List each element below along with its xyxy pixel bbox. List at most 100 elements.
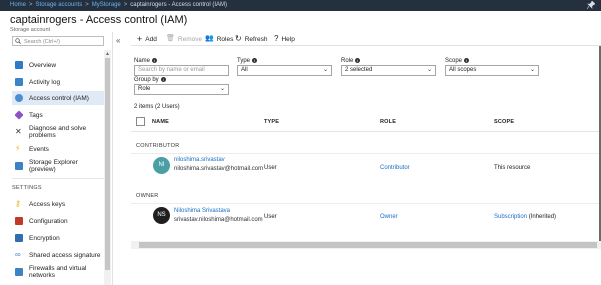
sidebar-item-label: Firewalls and virtual networks — [29, 265, 87, 279]
sidebar-item-access-control[interactable]: Access control (IAM) — [12, 91, 104, 105]
sidebar-item-diagnose[interactable]: ✕ Diagnose and solve problems — [12, 125, 104, 139]
trash-icon: 🗑 — [166, 35, 175, 42]
group-divider — [131, 203, 601, 204]
sidebar-scrollbar[interactable]: ▲ — [104, 50, 111, 285]
select-all-checkbox[interactable] — [136, 117, 145, 126]
scope-filter-dropdown[interactable]: All scopes ⌄ — [445, 65, 539, 76]
groupby-dropdown[interactable]: Role ⌄ — [134, 84, 229, 95]
roles-people-icon: 👥 — [205, 35, 214, 42]
sidebar-item-configuration[interactable]: Configuration — [12, 214, 104, 228]
sidebar-item-label: Storage Explorer (preview) — [29, 159, 78, 173]
group-divider — [131, 153, 601, 154]
groupby-label: Group by i — [134, 77, 166, 83]
breadcrumb-mystorage[interactable]: MyStorage — [92, 2, 121, 8]
user-name-link[interactable]: Niloshima Srivastava — [174, 208, 230, 214]
horizontal-scroll-thumb[interactable] — [139, 242, 597, 248]
scope-filter-label: Scope i — [445, 58, 470, 64]
refresh-button[interactable]: ↻ Refresh — [235, 34, 267, 44]
row-type: User — [264, 214, 277, 220]
breadcrumb-storage-accounts[interactable]: Storage accounts — [36, 2, 83, 8]
refresh-label: Refresh — [244, 35, 268, 43]
row-scope: This resource — [494, 165, 531, 171]
add-button[interactable]: + Add — [137, 34, 157, 44]
link-icon: ∞ — [15, 250, 21, 259]
type-filter-label: Type i — [237, 58, 258, 64]
sidebar-item-label: Activity log — [29, 78, 61, 86]
horizontal-scrollbar[interactable] — [131, 241, 601, 249]
info-icon[interactable]: i — [152, 58, 158, 63]
name-filter-input[interactable]: Search by name or email — [134, 65, 229, 76]
info-icon[interactable]: i — [464, 58, 470, 63]
roles-button[interactable]: 👥 Roles — [205, 34, 233, 44]
role-filter-dropdown[interactable]: 2 selected ⌄ — [341, 65, 436, 76]
collapse-menu-button[interactable]: « — [116, 36, 120, 45]
refresh-icon: ↻ — [235, 34, 242, 43]
iam-people-icon — [15, 94, 23, 102]
info-icon[interactable]: i — [252, 58, 258, 63]
breadcrumb-separator: > — [29, 2, 33, 8]
sidebar-item-label: Encryption — [29, 234, 60, 242]
sidebar-item-tags[interactable]: Tags — [12, 108, 104, 122]
info-icon[interactable]: i — [355, 58, 361, 63]
sidebar-item-storage-explorer[interactable]: Storage Explorer (preview) — [12, 159, 104, 173]
breadcrumb-home[interactable]: Home — [10, 2, 26, 8]
role-filter-label: Role i — [341, 58, 361, 64]
user-name-link[interactable]: niloshima.srivastav — [174, 157, 225, 163]
help-button[interactable]: ? Help — [274, 34, 295, 44]
chevron-down-icon: ⌄ — [529, 67, 535, 73]
row-role-link[interactable]: Owner — [380, 214, 398, 220]
scope-subscription-link[interactable]: Subscription — [494, 214, 527, 220]
column-header-type[interactable]: TYPE — [264, 119, 279, 125]
breadcrumb-bar: Home > Storage accounts > MyStorage > captainr… — [0, 0, 601, 11]
sidebar-item-shared-access-signature[interactable]: ∞ Shared access signature — [12, 248, 104, 262]
breadcrumb-current: captainrogers - Access control (IAM) — [130, 2, 227, 8]
lightning-icon: ⚡ — [15, 144, 21, 153]
chevron-down-icon: ⌄ — [322, 67, 328, 73]
plus-icon: + — [137, 34, 143, 44]
sidebar-item-activity-log[interactable]: Activity log — [12, 75, 104, 89]
resource-menu: Search (Ctrl+/) Overview Activity log Ac… — [0, 32, 113, 285]
column-header-scope[interactable]: SCOPE — [494, 119, 514, 125]
search-icon — [15, 38, 21, 44]
roles-label: Roles — [216, 35, 234, 43]
sidebar-item-access-keys[interactable]: ⚷ Access keys — [12, 197, 104, 211]
results-count: 2 items (2 Users) — [134, 104, 180, 110]
user-email: srivastav.niloshima@hotmail.com — [174, 217, 263, 223]
type-filter-dropdown[interactable]: All ⌄ — [237, 65, 332, 76]
sidebar-item-label: Configuration — [29, 217, 68, 225]
sidebar-item-overview[interactable]: Overview — [12, 58, 104, 72]
sidebar-item-firewalls[interactable]: Firewalls and virtual networks — [12, 265, 104, 279]
sidebar-item-label: Access control (IAM) — [29, 94, 89, 102]
sidebar-scroll-thumb[interactable] — [105, 58, 110, 270]
tools-icon: ✕ — [15, 127, 22, 136]
remove-label: Remove — [177, 35, 203, 43]
menu-search-placeholder: Search (Ctrl+/) — [24, 38, 60, 45]
info-icon[interactable]: i — [160, 77, 166, 82]
page-title: captainrogers - Access control (IAM) — [10, 14, 188, 26]
sidebar-item-encryption[interactable]: Encryption — [12, 231, 104, 245]
menu-search-input[interactable]: Search (Ctrl+/) — [12, 36, 104, 46]
command-bar: + Add 🗑 Remove 👥 Roles ↻ Refresh ? Help — [131, 32, 601, 46]
storage-explorer-icon — [15, 162, 23, 170]
avatar: NI — [153, 157, 170, 174]
pin-icon[interactable] — [586, 0, 596, 10]
activity-log-icon — [15, 78, 23, 86]
breadcrumb-separator: > — [85, 2, 89, 8]
sidebar-item-label: Access keys — [29, 200, 66, 208]
scope-inherited: (Inherited) — [527, 214, 557, 220]
column-header-name[interactable]: NAME — [152, 119, 169, 125]
add-label: Add — [145, 35, 157, 43]
sidebar-divider — [12, 178, 104, 179]
sidebar-item-label: Events — [29, 145, 49, 153]
row-role-link[interactable]: Contributor — [380, 165, 410, 171]
name-filter-label: Name i — [134, 58, 158, 64]
key-icon: ⚷ — [15, 199, 21, 208]
help-label: Help — [281, 35, 295, 43]
scroll-up-icon[interactable]: ▲ — [105, 51, 110, 57]
column-header-role[interactable]: ROLE — [380, 119, 396, 125]
row-scope: Subscription (Inherited) — [494, 214, 556, 220]
breadcrumb: Home > Storage accounts > MyStorage > captainr… — [10, 2, 227, 8]
remove-button[interactable]: 🗑 Remove — [166, 34, 202, 44]
group-label-contributor: CONTRIBUTOR — [136, 143, 180, 149]
sidebar-item-events[interactable]: ⚡ Events — [12, 142, 104, 156]
